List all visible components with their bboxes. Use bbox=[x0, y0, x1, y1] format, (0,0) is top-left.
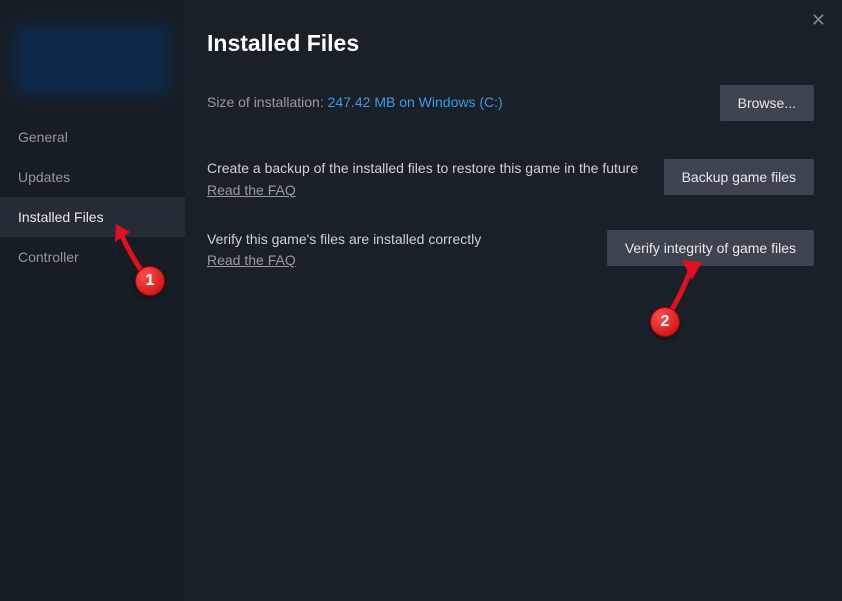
install-size-value: 247.42 MB on Windows (C:) bbox=[328, 94, 503, 110]
close-icon[interactable]: ✕ bbox=[811, 10, 826, 31]
page-title: Installed Files bbox=[207, 30, 814, 57]
install-size-label: Size of installation: bbox=[207, 94, 328, 110]
sidebar: General Updates Installed Files Controll… bbox=[0, 0, 185, 601]
sidebar-item-controller[interactable]: Controller bbox=[0, 237, 185, 277]
game-thumbnail bbox=[16, 25, 169, 95]
verify-section: Verify this game's files are installed c… bbox=[207, 230, 814, 271]
sidebar-item-installed-files[interactable]: Installed Files bbox=[0, 197, 185, 237]
properties-window: ✕ General Updates Installed Files Contro… bbox=[0, 0, 842, 601]
backup-description: Create a backup of the installed files t… bbox=[207, 159, 644, 179]
sidebar-item-updates[interactable]: Updates bbox=[0, 157, 185, 197]
verify-description: Verify this game's files are installed c… bbox=[207, 230, 587, 250]
content-panel: Installed Files Size of installation: 24… bbox=[185, 0, 842, 601]
install-size-row: Size of installation: 247.42 MB on Windo… bbox=[207, 85, 814, 121]
verify-faq-link[interactable]: Read the FAQ bbox=[207, 252, 296, 268]
browse-button[interactable]: Browse... bbox=[720, 85, 814, 121]
backup-faq-link[interactable]: Read the FAQ bbox=[207, 182, 296, 198]
backup-button[interactable]: Backup game files bbox=[664, 159, 814, 195]
verify-button[interactable]: Verify integrity of game files bbox=[607, 230, 814, 266]
backup-section: Create a backup of the installed files t… bbox=[207, 159, 814, 200]
sidebar-item-general[interactable]: General bbox=[0, 117, 185, 157]
